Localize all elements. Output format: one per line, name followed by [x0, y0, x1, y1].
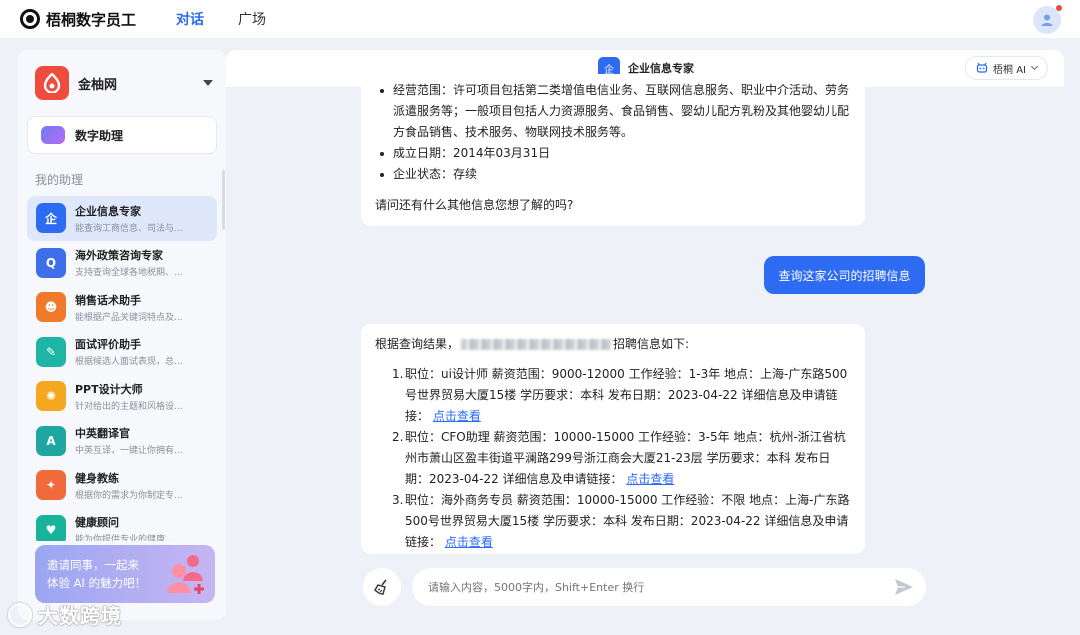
tab-chat[interactable]: 对话	[176, 9, 204, 29]
assistant-desc: 支持查询全球各地税期、...	[75, 268, 183, 279]
assistant-name: 面试评价助手	[75, 338, 141, 352]
people-add-icon	[167, 555, 204, 594]
sidebar-assistant-item[interactable]: ☻ 销售话术助手能根据产品关键词特点及...	[27, 285, 217, 330]
job-detail-link[interactable]: 点击查看	[445, 535, 493, 549]
watermark-logo-icon	[8, 602, 32, 627]
job-item: 3. 职位：海外商务专员 薪资范围：10000-15000 工作经验：不限 地点：…	[392, 490, 851, 553]
job-number: 3.	[392, 493, 404, 507]
blurred-company-name	[461, 339, 612, 350]
job-item: 2. 职位：CFO助理 薪资范围：10000-15000 工作经验：3-5年 地点…	[392, 427, 851, 490]
salesperson-icon: ☻	[36, 292, 66, 323]
assistant-text: PPT设计大师针对给出的主题和风格设...	[75, 381, 190, 412]
watermark-text: 大数跨境	[38, 604, 122, 628]
assistant-text: 健康顾问能为你提供专业的健康...	[75, 514, 190, 541]
sidebar-assistant-item[interactable]: 企企业信息专家能查询工商信息、司法与...	[27, 196, 217, 241]
broom-icon	[374, 579, 387, 595]
assistant-desc: 能查询工商信息、司法与...	[75, 223, 183, 234]
invite-banner[interactable]: 邀请同事，一起来 体验 AI 的魅力吧！	[35, 545, 215, 603]
job-item: 1. 职位：ui设计师 薪资范围：9000-12000 工作经验：1-3年 地点：…	[392, 364, 851, 427]
interview-form-icon: ✎	[36, 336, 66, 367]
ppt-design-icon: ✺	[36, 381, 66, 412]
sidebar-assistant-item[interactable]: ♥ 健康顾问能为你提供专业的健康...	[27, 508, 217, 541]
chevron-down-icon	[203, 80, 213, 86]
follow-up-question: 请问还有什么其他信息您想了解的吗?	[375, 198, 574, 212]
list-item: 企业状态：存续	[380, 164, 851, 185]
top-bar: 梧桐数字员工 对话 广场	[0, 0, 1080, 38]
assistant-desc: 能为你提供专业的健康...	[75, 535, 174, 541]
chevron-down-icon	[1030, 62, 1039, 71]
assistant-text: 海外政策咨询专家支持查询全球各地税期、...	[75, 247, 190, 278]
translate-icon: A	[36, 425, 66, 456]
assistant-text: 中英翻译官中英互译，一键让你拥有...	[75, 425, 190, 456]
assistant-text: 销售话术助手能根据产品关键词特点及...	[75, 292, 190, 323]
user-message: 查询这家公司的招聘信息	[764, 256, 925, 294]
app-logo[interactable]: 梧桐数字员工	[20, 9, 136, 30]
assistant-desc: 根据候选人面试表现，总...	[75, 357, 183, 368]
assistant-name: 企业信息专家	[75, 204, 141, 218]
jobs-intro-suffix: 招聘信息如下:	[613, 337, 690, 351]
robot-icon	[41, 126, 65, 144]
app-logo-icon	[20, 9, 40, 29]
sidebar-assistant-item[interactable]: A 中英翻译官中英互译，一键让你拥有...	[27, 419, 217, 464]
assistant-desc: 针对给出的主题和风格设...	[75, 401, 183, 412]
assistant-name: 销售话术助手	[75, 293, 141, 307]
ai-message-company-info: 经营范围：许可项目包括第二类增值电信业务、互联网信息服务、职业中介活动、劳务派遣…	[361, 74, 865, 226]
assistant-desc: 中英互译，一键让你拥有...	[75, 446, 183, 457]
jobs-intro: 根据查询结果， 招聘信息如下:	[375, 334, 851, 355]
digital-assistant-button[interactable]: 数字助理	[27, 116, 217, 154]
ai-robot-icon	[976, 62, 988, 73]
fitness-icon: ✦	[36, 470, 66, 501]
assistant-name: 海外政策咨询专家	[75, 249, 163, 263]
job-number: 2.	[392, 430, 404, 444]
digital-assistant-label: 数字助理	[75, 128, 124, 143]
ai-message-jobs: 根据查询结果， 招聘信息如下: 1. 职位：ui设计师 薪资范围：9000-1200…	[361, 324, 865, 554]
sidebar-assistant-item[interactable]: ✎ 面试评价助手根据候选人面试表现，总...	[27, 330, 217, 375]
model-name: 梧桐 AI	[993, 64, 1026, 76]
assistant-desc: 能根据产品关键词特点及...	[75, 312, 183, 323]
chat-footer	[226, 554, 1064, 620]
health-heart-icon: ♥	[36, 514, 66, 541]
assistant-text: 企业信息专家能查询工商信息、司法与...	[75, 203, 190, 234]
assistant-list: 企企业信息专家能查询工商信息、司法与... Q 海外政策咨询专家支持查询全球各地税期…	[27, 196, 217, 541]
clear-chat-button[interactable]	[363, 568, 401, 606]
model-select[interactable]: 梧桐 AI	[965, 56, 1048, 80]
sidebar-assistant-item[interactable]: Q 海外政策咨询专家支持查询全球各地税期、...	[27, 241, 217, 286]
assistant-text: 面试评价助手根据候选人面试表现，总...	[75, 336, 190, 367]
sidebar-scrollbar[interactable]	[222, 170, 225, 230]
enterprise-shield-icon: 企	[36, 203, 66, 234]
tab-plaza[interactable]: 广场	[238, 9, 266, 29]
assistant-name: 中英翻译官	[75, 427, 130, 441]
list-item: 成立日期：2014年03月31日	[380, 143, 851, 164]
org-logo-icon	[35, 66, 69, 100]
assistant-name: 健身教练	[75, 471, 119, 485]
section-title-my-assistants: 我的助理	[35, 173, 84, 187]
globe-search-icon: Q	[36, 247, 66, 278]
sidebar-assistant-item[interactable]: ✦ 健身教练根据你的需求为你制定专...	[27, 463, 217, 508]
jobs-intro-prefix: 根据查询结果，	[375, 337, 460, 351]
sidebar: 金柚网 数字助理 我的助理 企企业信息专家能查询工商信息、司法与... Q 海外政策…	[18, 50, 226, 620]
assistant-desc: 根据你的需求为你制定专...	[75, 490, 183, 501]
assistant-name: PPT设计大师	[75, 382, 143, 396]
org-switcher[interactable]: 金柚网	[35, 66, 213, 100]
job-detail-link[interactable]: 点击查看	[433, 409, 481, 423]
assistant-text: 健身教练根据你的需求为你制定专...	[75, 470, 190, 501]
app-name: 梧桐数字员工	[46, 10, 137, 29]
chat-panel: 企 企业信息专家 梧桐 AI 经营范围：许可项目包括第二类增值电信业务、互联网信…	[226, 50, 1064, 620]
notification-dot	[1056, 5, 1062, 11]
sidebar-assistant-item[interactable]: ✺ PPT设计大师针对给出的主题和风格设...	[27, 374, 217, 419]
assistant-name: 健康顾问	[75, 516, 119, 530]
send-icon[interactable]	[894, 578, 914, 596]
list-item: 经营范围：许可项目包括第二类增值电信业务、互联网信息服务、职业中介活动、劳务派遣…	[380, 80, 851, 143]
user-icon	[1041, 14, 1053, 26]
user-avatar[interactable]	[1033, 5, 1062, 34]
job-number: 1.	[392, 367, 404, 381]
org-name: 金柚网	[78, 77, 118, 93]
job-detail-link[interactable]: 点击查看	[626, 472, 674, 486]
company-info-list: 经营范围：许可项目包括第二类增值电信业务、互联网信息服务、职业中介活动、劳务派遣…	[375, 80, 851, 185]
watermark: 大数跨境	[8, 600, 122, 629]
chat-input[interactable]	[412, 568, 926, 606]
job-list: 1. 职位：ui设计师 薪资范围：9000-12000 工作经验：1-3年 地点：…	[375, 364, 851, 553]
